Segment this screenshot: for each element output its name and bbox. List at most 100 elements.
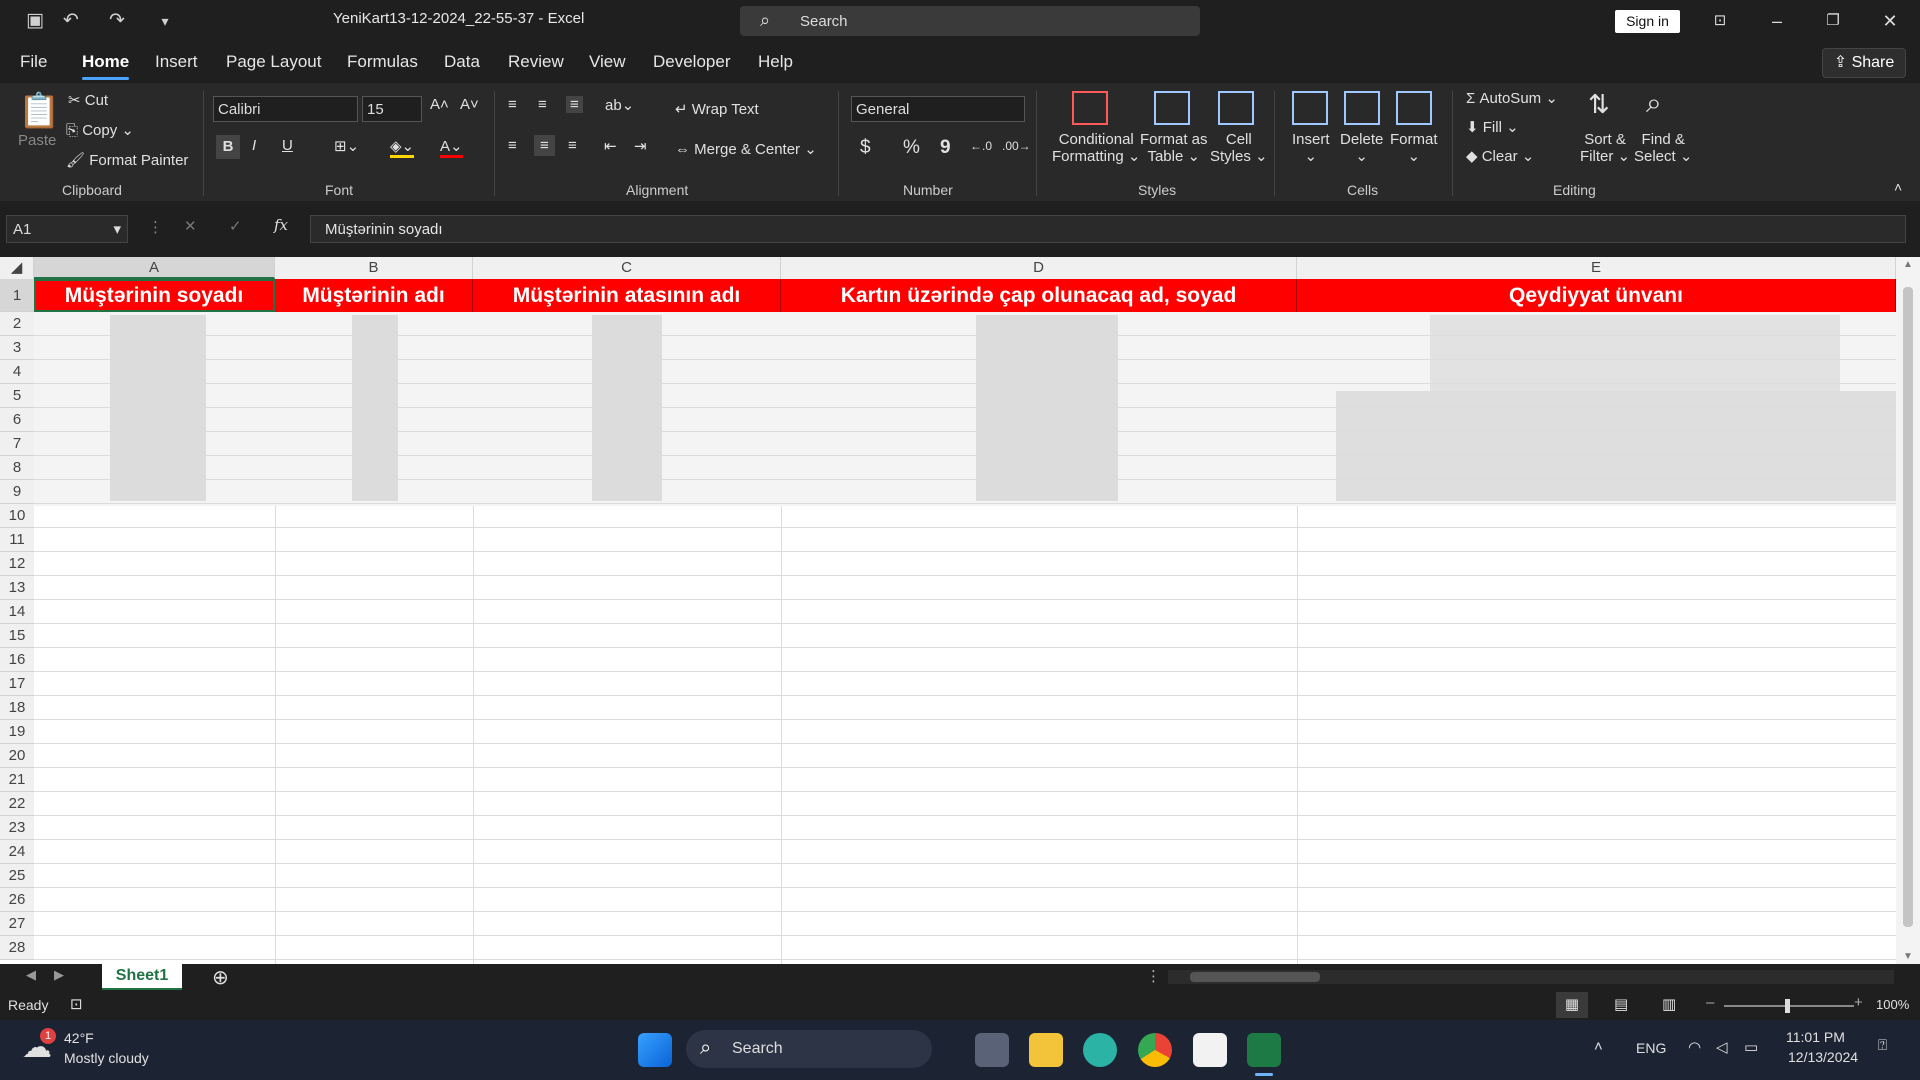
customize-qat-icon[interactable]: ▾ [152, 8, 178, 34]
fill-color-icon[interactable]: ◈⌄ [390, 137, 415, 158]
row-header[interactable]: 15 [0, 624, 34, 648]
align-left-icon[interactable]: ≡ [508, 137, 517, 154]
header-cell-b1[interactable]: Müştərinin adı [275, 279, 473, 312]
row-header[interactable]: 24 [0, 840, 34, 864]
tab-data[interactable]: Data [444, 52, 480, 72]
restore-button[interactable]: ❐ [1813, 6, 1853, 36]
percent-button[interactable]: % [903, 137, 920, 159]
enter-icon[interactable]: ✓ [229, 217, 242, 235]
undo-icon[interactable]: ↶ [58, 8, 84, 34]
find-select-icon[interactable]: ⌕ [1646, 87, 1662, 120]
header-cell-a1[interactable]: Müştərinin soyadı [34, 279, 275, 312]
cell-styles-button[interactable]: Cell Styles ⌄ [1210, 131, 1268, 165]
search-box[interactable]: ⌕ Search [740, 6, 1200, 36]
wifi-icon[interactable]: ◠ [1688, 1038, 1701, 1056]
h-scroll-thumb[interactable] [1190, 972, 1320, 982]
weather-temp[interactable]: 42°F [64, 1030, 94, 1046]
tab-insert[interactable]: Insert [155, 52, 198, 72]
sign-in-button[interactable]: Sign in [1615, 10, 1680, 33]
wrap-text-button[interactable]: ↵ Wrap Text [675, 100, 759, 118]
file-explorer-icon[interactable] [1029, 1033, 1063, 1067]
vertical-scrollbar[interactable]: ▲ ▼ [1896, 257, 1920, 964]
conditional-formatting-button[interactable]: Conditional Formatting ⌄ [1052, 131, 1140, 165]
windows-start-icon[interactable] [638, 1033, 672, 1067]
weather-desc[interactable]: Mostly cloudy [64, 1050, 149, 1066]
bold-button[interactable]: B [216, 135, 240, 159]
tab-formulas[interactable]: Formulas [347, 52, 418, 72]
close-button[interactable]: ✕ [1870, 6, 1910, 36]
more-icon[interactable]: ⋮ [148, 218, 163, 236]
insert-button[interactable]: Insert ⌄ [1292, 131, 1330, 165]
decrease-decimal-icon[interactable]: .00→ [1002, 139, 1031, 153]
save-icon[interactable]: ▣ [22, 8, 48, 34]
delete-button[interactable]: Delete ⌄ [1340, 131, 1383, 165]
font-color-icon[interactable]: A⌄ [440, 137, 463, 158]
row-header[interactable]: 9 [0, 480, 34, 504]
name-box[interactable]: A1 ▾ [6, 215, 128, 243]
column-header-e[interactable]: E [1297, 257, 1896, 279]
increase-decimal-icon[interactable]: ←.0 [970, 139, 992, 153]
clock-time[interactable]: 11:01 PM [1786, 1029, 1845, 1045]
column-header-c[interactable]: C [473, 257, 781, 279]
font-size-select[interactable]: 15 [362, 96, 422, 122]
header-cell-e1[interactable]: Qeydiyyat ünvanı [1297, 279, 1896, 312]
select-all-corner[interactable]: ◢ [0, 257, 34, 279]
format-as-table-button[interactable]: Format as Table ⌄ [1140, 131, 1208, 165]
clock-date[interactable]: 12/13/2024 [1788, 1049, 1858, 1065]
tab-view[interactable]: View [589, 52, 626, 72]
header-cell-c1[interactable]: Müştərinin atasının adı [473, 279, 781, 312]
autosum-button[interactable]: Σ AutoSum ⌄ [1466, 89, 1558, 107]
row-header[interactable]: 26 [0, 888, 34, 912]
store-icon[interactable] [1193, 1033, 1227, 1067]
italic-button[interactable]: I [252, 137, 256, 154]
tab-page-layout[interactable]: Page Layout [226, 52, 321, 72]
ribbon-display-icon[interactable]: ⊡ [1700, 6, 1740, 36]
horizontal-scrollbar[interactable] [1168, 970, 1894, 984]
taskbar-search[interactable]: ⌕ Search [686, 1030, 932, 1068]
row-header[interactable]: 6 [0, 408, 34, 432]
prev-sheet-icon[interactable]: ◀ [26, 967, 36, 983]
row-header[interactable]: 22 [0, 792, 34, 816]
zoom-out-icon[interactable]: – [1706, 994, 1714, 1011]
delete-cells-icon[interactable] [1344, 91, 1380, 125]
row-header[interactable]: 27 [0, 912, 34, 936]
comma-button[interactable]: 9 [940, 137, 951, 159]
column-header-a[interactable]: A [34, 257, 275, 279]
row-header[interactable]: 12 [0, 552, 34, 576]
decrease-font-icon[interactable]: A˅ [460, 96, 479, 113]
scroll-up-icon[interactable]: ▲ [1903, 259, 1913, 270]
zoom-level[interactable]: 100% [1876, 997, 1909, 1012]
sheet-tab-sheet1[interactable]: Sheet1 [102, 964, 182, 991]
row-header[interactable]: 5 [0, 384, 34, 408]
increase-indent-icon[interactable]: ⇥ [634, 137, 647, 155]
number-format-select[interactable]: General [851, 96, 1025, 122]
orientation-icon[interactable]: ab⌄ [605, 96, 634, 114]
zoom-thumb[interactable] [1785, 999, 1790, 1013]
cancel-icon[interactable]: ✕ [184, 217, 197, 235]
battery-icon[interactable]: ▭ [1744, 1038, 1758, 1056]
sort-filter-button[interactable]: Sort & Filter ⌄ [1580, 131, 1630, 165]
format-as-table-icon[interactable] [1154, 91, 1190, 125]
normal-view-icon[interactable]: ▦ [1556, 992, 1588, 1018]
row-header[interactable]: 3 [0, 336, 34, 360]
volume-icon[interactable]: ◁ [1716, 1038, 1728, 1056]
share-button[interactable]: ⇪ Share [1822, 48, 1906, 78]
zoom-slider[interactable] [1724, 999, 1854, 1013]
align-top-icon[interactable]: ≡ [508, 96, 517, 113]
add-sheet-icon[interactable]: ⊕ [212, 965, 229, 990]
format-painter-button[interactable]: 🖌 Format Painter [66, 151, 188, 169]
zoom-in-icon[interactable]: + [1854, 994, 1863, 1011]
row-header[interactable]: 4 [0, 360, 34, 384]
tab-help[interactable]: Help [758, 52, 793, 72]
row-header[interactable]: 14 [0, 600, 34, 624]
row-header[interactable]: 23 [0, 816, 34, 840]
cell-styles-icon[interactable] [1218, 91, 1254, 125]
row-header[interactable]: 21 [0, 768, 34, 792]
increase-font-icon[interactable]: A˄ [430, 96, 449, 113]
cut-button[interactable]: ✂ Cut [68, 91, 108, 109]
row-header[interactable]: 20 [0, 744, 34, 768]
row-header[interactable]: 17 [0, 672, 34, 696]
tab-splitter-icon[interactable]: ⋮ [1146, 967, 1161, 985]
chrome-icon[interactable] [1138, 1033, 1172, 1067]
row-header[interactable]: 7 [0, 432, 34, 456]
